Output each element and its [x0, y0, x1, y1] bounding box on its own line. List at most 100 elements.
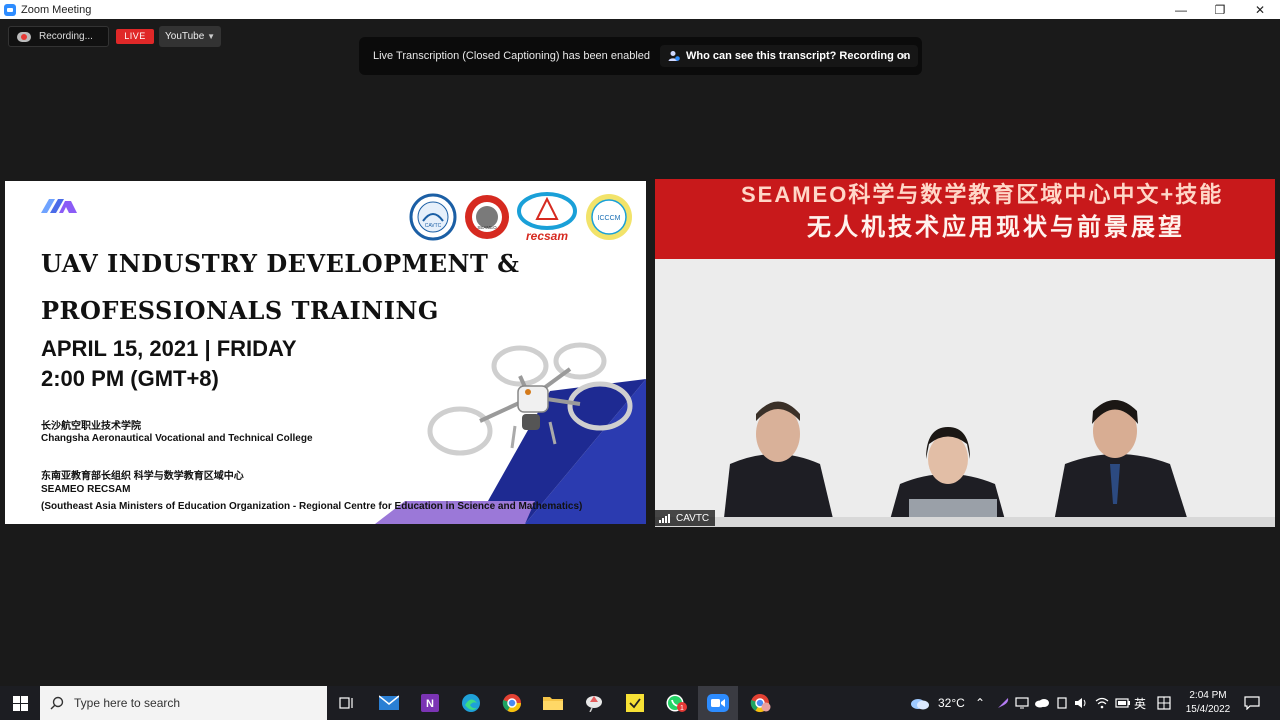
taskbar-whatsapp[interactable]: 1: [656, 686, 696, 720]
mail-icon: [379, 695, 399, 710]
zoom-icon: [707, 694, 729, 712]
clock-time: 2:04 PM: [1189, 690, 1227, 701]
tray-keyboard-icon[interactable]: [1157, 686, 1171, 720]
slide-date: APRIL 15, 2021 | FRIDAY: [41, 336, 297, 361]
edge-icon: [462, 694, 480, 712]
college-name-en: Changsha Aeronautical Vocational and Tec…: [41, 433, 313, 444]
taskbar-chrome[interactable]: [492, 686, 532, 720]
weather-temperature: 32°C: [938, 696, 965, 710]
transcription-message: Live Transcription (Closed Captioning) h…: [373, 50, 651, 62]
live-badge[interactable]: LIVE: [116, 29, 154, 44]
banner-line-2: 无人机技术应用现状与前景展望: [807, 214, 1185, 241]
clock-date: 15/4/2022: [1185, 704, 1231, 715]
slide-time: 2:00 PM (GMT+8): [41, 366, 219, 391]
tray-battery-icon[interactable]: [1115, 686, 1131, 720]
taskbar-app-bird[interactable]: [574, 686, 614, 720]
start-button[interactable]: [0, 686, 40, 720]
slide-title-line-2: PROFESSIONALS TRAINING: [41, 296, 439, 325]
taskbar-mail[interactable]: [369, 686, 409, 720]
zoom-app-icon: [4, 3, 16, 16]
window-title-bar: Zoom Meeting — ❐ ✕: [0, 0, 1280, 19]
recsam-full-name: (Southeast Asia Ministers of Education O…: [41, 501, 583, 512]
minimize-button[interactable]: —: [1161, 0, 1201, 19]
display-icon: [1015, 697, 1029, 709]
folder-icon: [543, 697, 563, 710]
stage-banner: SEAMEO科学与数学教育区域中心中文+技能 无人机技术应用现状与前景展望: [655, 179, 1275, 259]
recsam-name-cn: 东南亚教育部长组织 科学与数学教育区域中心: [41, 471, 244, 482]
onedrive-cloud-icon: [1035, 699, 1049, 708]
tray-display-icon[interactable]: [1015, 686, 1029, 720]
search-icon: [50, 696, 64, 710]
chevron-up-icon: ⌃: [975, 696, 986, 710]
banner-line-1: SEAMEO科学与数学教育区域中心中文+技能: [741, 182, 1224, 207]
tray-wifi-icon[interactable]: [1095, 686, 1109, 720]
transcription-notice: Live Transcription (Closed Captioning) h…: [359, 37, 922, 75]
taskbar-clock[interactable]: 2:04 PM 15/4/2022: [1180, 689, 1236, 717]
recsam-logo-icon: recsam: [517, 192, 577, 243]
tray-pen-icon[interactable]: [996, 686, 1010, 720]
svg-text:1: 1: [680, 705, 684, 712]
signal-bars-icon: [659, 513, 671, 523]
windows-taskbar: Type here to search N 1 32°C ⌃ 英 2:04 PM…: [0, 686, 1280, 720]
battery-icon: [1115, 698, 1130, 708]
caret-down-icon: ▼: [207, 32, 215, 41]
taskbar-chrome-profile[interactable]: [741, 686, 781, 720]
ime-indicator[interactable]: 英: [1134, 686, 1146, 720]
bird-app-icon: [586, 696, 602, 712]
taskbar-onenote[interactable]: N: [410, 686, 450, 720]
onenote-icon: N: [421, 694, 439, 712]
drone-image: [427, 342, 633, 456]
recording-indicator[interactable]: Recording...: [8, 26, 109, 47]
taskbar-file-explorer[interactable]: [533, 686, 573, 720]
chrome-icon: [502, 694, 521, 713]
tray-volume-icon[interactable]: [1074, 686, 1088, 720]
close-notice-button[interactable]: ×: [901, 49, 908, 63]
tray-device-icon[interactable]: [1056, 686, 1068, 720]
college-name-cn: 长沙航空职业技术学院: [41, 421, 141, 432]
participant-name-tag: CAVTC: [655, 510, 716, 526]
taskbar-sticky-notes[interactable]: [615, 686, 655, 720]
partner-logos: CAVTC SEAMEO recsam ICCCM: [409, 192, 632, 243]
person-info-icon: [668, 51, 680, 61]
transcript-visibility-label: Who can see this transcript? Recording o…: [686, 50, 911, 62]
cavtc-logo-icon: CAVTC: [409, 193, 457, 241]
slide-title-line-1: UAV INDUSTRY DEVELOPMENT &: [41, 249, 520, 278]
participant-name: CAVTC: [676, 512, 710, 524]
cloud-record-icon: [17, 31, 31, 42]
recording-label: Recording...: [39, 31, 93, 42]
input-grid-icon: [1157, 696, 1171, 710]
task-view-button[interactable]: [327, 686, 367, 720]
chrome-profile-icon: [750, 694, 771, 713]
speaker-icon: [1075, 698, 1086, 708]
taskbar-edge[interactable]: [451, 686, 491, 720]
close-window-button[interactable]: ✕: [1240, 0, 1280, 19]
windows-logo-icon: [12, 695, 28, 711]
meeting-area: Recording... LIVE YouTube ▼ Live Transcr…: [0, 19, 1280, 686]
notification-center-button[interactable]: [1244, 686, 1260, 720]
svg-text:recsam: recsam: [526, 229, 568, 243]
search-placeholder: Type here to search: [74, 696, 181, 710]
icccm-logo-icon: ICCCM: [586, 194, 632, 240]
device-icon: [1057, 697, 1067, 709]
taskbar-zoom[interactable]: [698, 686, 738, 720]
weather-widget[interactable]: 32°C: [910, 686, 965, 720]
show-hidden-icons-button[interactable]: ⌃: [975, 686, 985, 720]
shared-slide: CAVTC SEAMEO recsam ICCCM UAV INDUSTRY D…: [5, 181, 646, 524]
taskbar-search-box[interactable]: Type here to search: [40, 686, 327, 720]
svg-text:N: N: [426, 698, 434, 710]
svg-text:CAVTC: CAVTC: [425, 223, 442, 229]
participant-video[interactable]: SEAMEO科学与数学教育区域中心中文+技能 无人机技术应用现状与前景展望 CA…: [655, 179, 1275, 527]
stream-target-dropdown[interactable]: YouTube ▼: [159, 26, 221, 47]
cloud-weather-icon: [911, 699, 929, 710]
stream-target-label: YouTube: [165, 31, 205, 42]
recsam-short-name: SEAMEO RECSAM: [41, 484, 131, 495]
maximize-button[interactable]: ❐: [1200, 0, 1240, 19]
whatsapp-icon: 1: [666, 694, 687, 712]
video-scene: [655, 259, 1275, 527]
transcript-visibility-button[interactable]: Who can see this transcript? Recording o…: [660, 45, 919, 67]
wifi-icon: [1095, 697, 1109, 709]
window-title: Zoom Meeting: [21, 3, 92, 16]
tray-onedrive-icon[interactable]: [1034, 686, 1050, 720]
m-logo-icon: [41, 199, 77, 213]
seameo-logo-icon: SEAMEO: [465, 195, 509, 239]
